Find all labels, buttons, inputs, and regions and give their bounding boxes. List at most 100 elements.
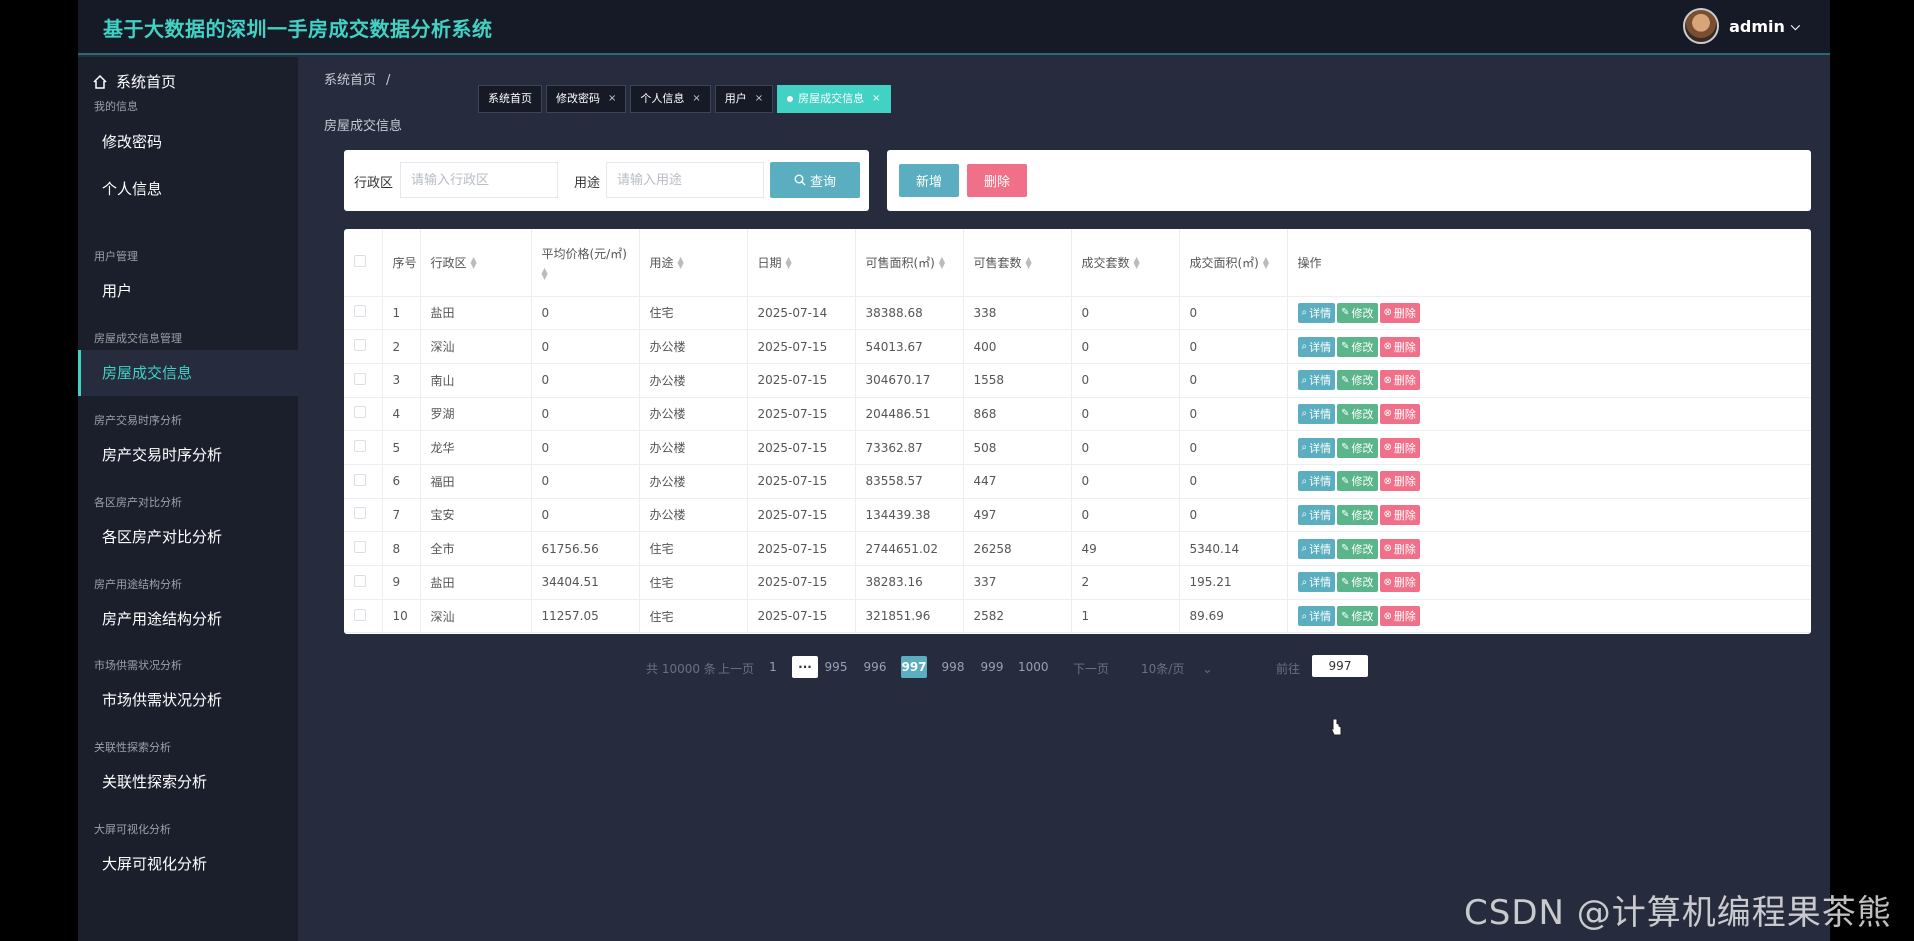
select-all-cell[interactable] [344,229,383,297]
more-pages-button[interactable]: ··· [792,656,818,678]
sidebar-item-correlation[interactable]: 关联性探索分析 [78,759,298,805]
row-select-cell[interactable] [344,430,383,465]
detail-button[interactable]: ⌕ 详情 [1297,370,1336,391]
detail-button[interactable]: ⌕ 详情 [1297,538,1336,559]
sort-icon[interactable]: ▲ ▼ [471,256,477,270]
sidebar-item-time-series[interactable]: 房产交易时序分析 [78,432,298,478]
detail-button[interactable]: ⌕ 详情 [1297,572,1336,593]
usage-input[interactable] [606,162,764,198]
sort-icon[interactable]: ▲ ▼ [786,256,792,270]
row-select-cell[interactable] [344,296,383,331]
edit-button[interactable]: ✎ 修改 [1337,370,1378,391]
close-icon[interactable]: × [692,86,700,112]
edit-button[interactable]: ✎ 修改 [1337,504,1378,525]
tab-change-password[interactable]: 修改密码 × [546,85,627,113]
sidebar-item-change-password[interactable]: 修改密码 [78,119,298,165]
column-header[interactable]: 日期 ▲ ▼ [747,229,856,297]
page-number[interactable]: 1 [760,656,786,678]
sidebar-item-supply-demand[interactable]: 市场供需状况分析 [78,677,298,723]
sidebar-item-home[interactable]: 系统首页 [92,71,176,92]
detail-button[interactable]: ⌕ 详情 [1297,403,1336,424]
column-header[interactable]: 成交套数 ▲ ▼ [1071,229,1180,297]
page-number[interactable]: 998 [940,656,966,678]
column-header[interactable]: 行政区 ▲ ▼ [420,229,532,297]
column-header[interactable]: 用途 ▲ ▼ [639,229,748,297]
page-number[interactable]: 1000 [1018,656,1049,678]
page-size-select[interactable]: 10条/页 ⌄ [1141,660,1212,677]
detail-button[interactable]: ⌕ 详情 [1297,437,1336,458]
sort-icon[interactable]: ▲ ▼ [678,256,684,270]
delete-row-button[interactable]: ⊗ 删除 [1379,471,1420,492]
sort-icon[interactable]: ▲ ▼ [939,256,945,270]
edit-button[interactable]: ✎ 修改 [1337,606,1378,627]
delete-row-button[interactable]: ⊗ 删除 [1379,370,1420,391]
query-button[interactable]: 查询 [770,162,860,198]
row-checkbox[interactable] [354,608,366,621]
column-header[interactable]: 可售套数 ▲ ▼ [963,229,1072,297]
detail-button[interactable]: ⌕ 详情 [1297,471,1336,492]
row-checkbox[interactable] [354,541,366,554]
delete-row-button[interactable]: ⊗ 删除 [1379,504,1420,525]
tab-home[interactable]: 系统首页 [478,85,542,113]
close-icon[interactable]: × [755,86,763,112]
goto-page-input[interactable] [1312,655,1368,677]
edit-button[interactable]: ✎ 修改 [1337,302,1378,323]
delete-row-button[interactable]: ⊗ 删除 [1379,437,1420,458]
district-input[interactable] [400,162,558,198]
row-select-cell[interactable] [344,397,383,432]
page-number[interactable]: 996 [862,656,888,678]
sidebar-item-usage-structure[interactable]: 房产用途结构分析 [78,596,298,642]
delete-row-button[interactable]: ⊗ 删除 [1379,572,1420,593]
sort-icon[interactable]: ▲ ▼ [1026,256,1032,270]
row-checkbox[interactable] [354,440,366,453]
sort-icon[interactable]: ▲ ▼ [1263,256,1269,270]
prev-page-button[interactable]: 上一页 [718,660,754,677]
column-header[interactable]: 可售面积(㎡) ▲ ▼ [855,229,964,297]
delete-row-button[interactable]: ⊗ 删除 [1379,403,1420,424]
tab-users[interactable]: 用户 × [714,85,774,113]
add-button[interactable]: 新增 [899,164,959,197]
detail-button[interactable]: ⌕ 详情 [1297,606,1336,627]
edit-button[interactable]: ✎ 修改 [1337,572,1378,593]
edit-button[interactable]: ✎ 修改 [1337,403,1378,424]
row-select-cell[interactable] [344,498,383,533]
sort-icon[interactable]: ▲ ▼ [1134,256,1140,270]
page-number[interactable]: 995 [823,656,849,678]
row-select-cell[interactable] [344,531,383,566]
row-select-cell[interactable] [344,599,383,634]
sidebar-item-users[interactable]: 用户 [78,268,298,314]
breadcrumb-home[interactable]: 系统首页 [324,73,376,88]
page-number-current[interactable]: 997 [901,656,927,678]
row-checkbox[interactable] [354,507,366,520]
sidebar-item-big-screen[interactable]: 大屏可视化分析 [78,841,298,887]
delete-button[interactable]: 删除 [967,164,1027,197]
next-page-button[interactable]: 下一页 [1073,660,1109,677]
sidebar-item-district-compare[interactable]: 各区房产对比分析 [78,514,298,560]
avatar[interactable] [1683,8,1720,44]
edit-button[interactable]: ✎ 修改 [1337,437,1378,458]
sidebar-item-profile[interactable]: 个人信息 [78,166,298,212]
close-icon[interactable]: × [608,86,616,112]
delete-row-button[interactable]: ⊗ 删除 [1379,302,1420,323]
row-select-cell[interactable] [344,464,383,499]
edit-button[interactable]: ✎ 修改 [1337,471,1378,492]
row-select-cell[interactable] [344,363,383,398]
sidebar-item-house-deals[interactable]: 房屋成交信息 [78,350,298,396]
row-select-cell[interactable] [344,565,383,600]
row-checkbox[interactable] [354,372,366,385]
close-icon[interactable]: × [872,86,880,112]
page-number[interactable]: 999 [979,656,1005,678]
row-checkbox[interactable] [354,339,366,352]
select-all-checkbox[interactable] [354,254,366,267]
delete-row-button[interactable]: ⊗ 删除 [1379,606,1420,627]
delete-row-button[interactable]: ⊗ 删除 [1379,336,1420,357]
row-select-cell[interactable] [344,329,383,364]
column-header[interactable]: 平均价格(元/㎡) ▲ ▼ [531,229,640,297]
row-checkbox[interactable] [354,305,366,318]
row-checkbox[interactable] [354,406,366,419]
detail-button[interactable]: ⌕ 详情 [1297,336,1336,357]
delete-row-button[interactable]: ⊗ 删除 [1379,538,1420,559]
row-checkbox[interactable] [354,574,366,587]
column-header[interactable]: 成交面积(㎡) ▲ ▼ [1179,229,1288,297]
detail-button[interactable]: ⌕ 详情 [1297,302,1336,323]
